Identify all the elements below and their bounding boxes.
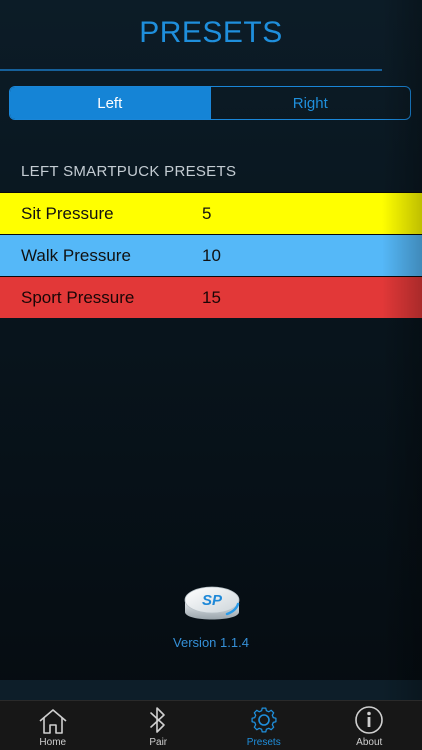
presets-screen: PRESETS Left Right LEFT SMARTPUCK PRESET… xyxy=(0,0,422,750)
segment-right-button[interactable]: Right xyxy=(209,87,411,119)
version-label: Version 1.1.4 xyxy=(173,635,249,650)
tab-about[interactable]: About xyxy=(317,701,422,750)
preset-list: Sit Pressure 5 Walk Pressure 10 Sport Pr… xyxy=(0,192,422,318)
tab-label: Presets xyxy=(246,737,281,748)
tab-presets[interactable]: Presets xyxy=(211,701,317,750)
tab-label: Pair xyxy=(149,737,168,748)
preset-name: Sit Pressure xyxy=(21,203,114,223)
section-heading: LEFT SMARTPUCK PRESETS xyxy=(21,163,237,180)
page-title: PRESETS xyxy=(139,16,283,49)
tab-pair[interactable]: Pair xyxy=(106,701,212,750)
bluetooth-icon xyxy=(142,705,174,737)
segment-left-button[interactable]: Left xyxy=(10,87,210,119)
preset-value: 10 xyxy=(202,245,221,265)
preset-name: Sport Pressure xyxy=(21,287,135,307)
tab-label: Home xyxy=(39,737,67,748)
preset-name: Walk Pressure xyxy=(21,245,131,265)
preset-row-sit[interactable]: Sit Pressure 5 xyxy=(0,192,422,234)
info-icon xyxy=(353,705,385,737)
title-divider xyxy=(0,69,382,71)
logo-text: SP xyxy=(202,592,223,609)
preset-row-walk[interactable]: Walk Pressure 10 xyxy=(0,234,422,276)
side-segmented-control: Left Right xyxy=(9,86,411,120)
tab-bar: Home Pair Presets About xyxy=(0,700,422,750)
tab-label: About xyxy=(356,737,383,748)
preset-value: 15 xyxy=(202,287,221,307)
home-icon xyxy=(37,707,69,737)
gear-icon xyxy=(248,705,280,737)
tab-home[interactable]: Home xyxy=(0,701,106,750)
preset-row-sport[interactable]: Sport Pressure 15 xyxy=(0,276,422,318)
tabbar-spacer xyxy=(0,680,422,700)
preset-value: 5 xyxy=(202,203,212,223)
smartpuck-logo: SP xyxy=(181,578,243,630)
